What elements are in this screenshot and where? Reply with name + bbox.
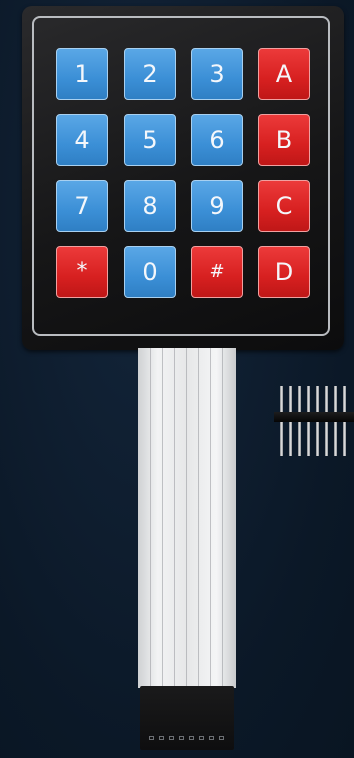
- key-star[interactable]: *: [56, 246, 108, 298]
- photo-scene: 1 2 3 A 4 5 6 B 7 8 9 C * 0 # D: [0, 0, 354, 758]
- key-label: A: [275, 60, 293, 88]
- key-label: C: [275, 192, 293, 220]
- key-2[interactable]: 2: [124, 48, 176, 100]
- key-d[interactable]: D: [258, 246, 310, 298]
- key-label: 7: [74, 192, 90, 220]
- connector-pin: [199, 736, 204, 740]
- ribbon-wire-line: [174, 348, 175, 688]
- pin-header: [274, 386, 354, 456]
- key-b[interactable]: B: [258, 114, 310, 166]
- key-label: *: [76, 259, 88, 284]
- key-label: 6: [209, 126, 225, 154]
- ribbon-wire-line: [198, 348, 199, 688]
- header-plastic-bar: [274, 412, 354, 422]
- key-9[interactable]: 9: [191, 180, 243, 232]
- key-c[interactable]: C: [258, 180, 310, 232]
- key-hash[interactable]: #: [191, 246, 243, 298]
- ribbon-wire-line: [210, 348, 211, 688]
- key-label: 0: [142, 258, 158, 286]
- connector-pin: [159, 736, 164, 740]
- key-label: 1: [74, 60, 90, 88]
- key-label: 2: [142, 60, 158, 88]
- key-label: 5: [142, 126, 158, 154]
- key-6[interactable]: 6: [191, 114, 243, 166]
- key-label: B: [275, 126, 293, 154]
- key-a[interactable]: A: [258, 48, 310, 100]
- connector-pin: [169, 736, 174, 740]
- key-label: 3: [209, 60, 225, 88]
- connector-pin: [179, 736, 184, 740]
- key-0[interactable]: 0: [124, 246, 176, 298]
- ribbon-connector: [140, 686, 234, 750]
- key-8[interactable]: 8: [124, 180, 176, 232]
- key-label: 9: [209, 192, 225, 220]
- ribbon-wire-line: [162, 348, 163, 688]
- key-4[interactable]: 4: [56, 114, 108, 166]
- connector-pin: [149, 736, 154, 740]
- connector-pin: [219, 736, 224, 740]
- ribbon-wire-line: [222, 348, 223, 688]
- connector-pin: [209, 736, 214, 740]
- ribbon-wire-line: [186, 348, 187, 688]
- key-7[interactable]: 7: [56, 180, 108, 232]
- key-5[interactable]: 5: [124, 114, 176, 166]
- key-3[interactable]: 3: [191, 48, 243, 100]
- key-label: 4: [74, 126, 90, 154]
- ribbon-wire-line: [150, 348, 151, 688]
- key-label: 8: [142, 192, 158, 220]
- connector-pin: [189, 736, 194, 740]
- membrane-keypad: 1 2 3 A 4 5 6 B 7 8 9 C * 0 # D: [22, 6, 344, 350]
- key-label: #: [209, 261, 225, 282]
- ribbon-cable: [138, 348, 236, 688]
- key-1[interactable]: 1: [56, 48, 108, 100]
- key-label: D: [274, 258, 294, 286]
